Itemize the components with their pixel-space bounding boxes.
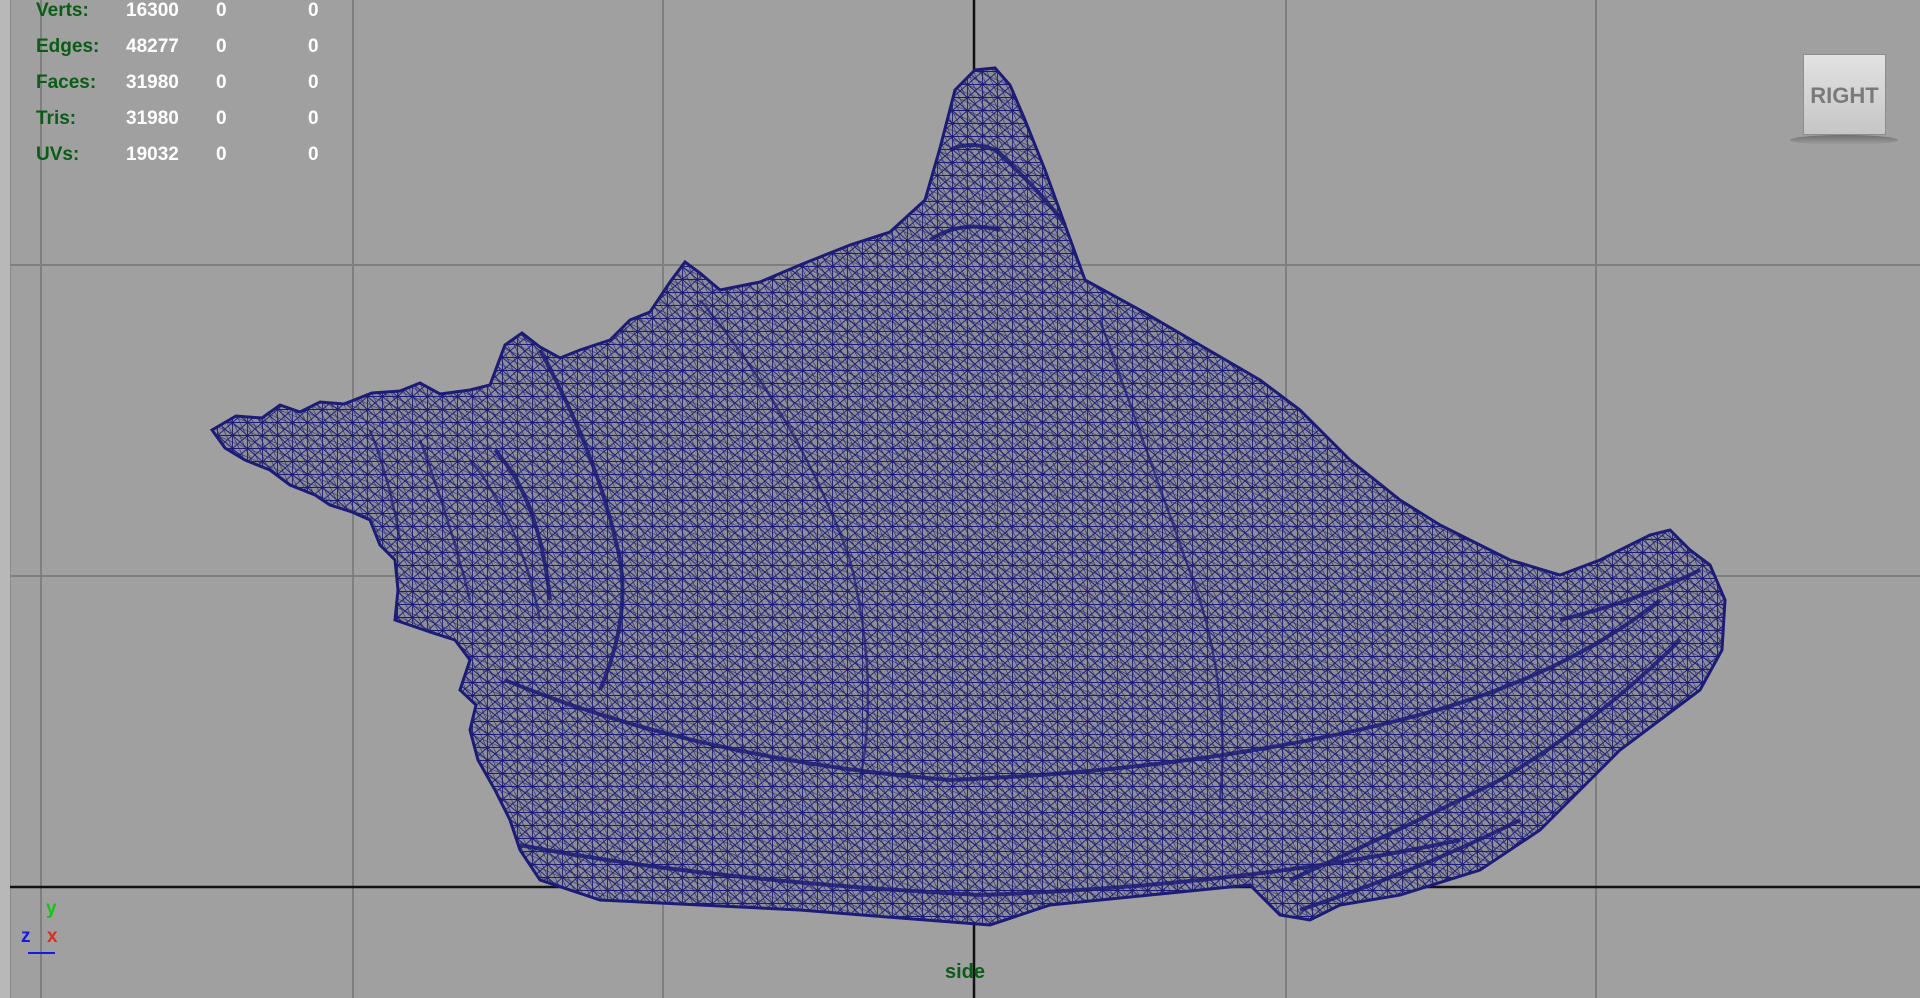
hud-label: Edges: (36, 36, 100, 57)
view-cube-shadow (1790, 135, 1898, 145)
hud-label: UVs: (36, 144, 80, 165)
axis-y-label: y (46, 898, 57, 919)
hud-value: 0 (308, 0, 319, 21)
viewport-side[interactable]: Verts: 16300 0 0 Edges: 48277 0 0 Faces:… (0, 0, 1920, 998)
hud-value: 0 (216, 36, 227, 57)
hud-value: 0 (308, 36, 319, 57)
hud-value: 16300 (126, 0, 179, 21)
hud-value: 31980 (126, 72, 179, 93)
hud-value: 19032 (126, 144, 179, 165)
hud-value: 0 (308, 108, 319, 129)
hud-label: Tris: (36, 108, 77, 129)
hud-value: 0 (308, 72, 319, 93)
hud-value: 31980 (126, 108, 179, 129)
hud-value: 0 (216, 0, 227, 21)
scene-canvas[interactable] (0, 0, 1920, 998)
hud-label: Verts: (36, 0, 89, 21)
hud-label: Faces: (36, 72, 97, 93)
conch-shell-mesh[interactable] (209, 66, 1727, 927)
camera-name-label: side (944, 961, 986, 983)
axis-z-label: z (21, 926, 31, 947)
hud-value: 48277 (126, 36, 179, 57)
view-cube-icon[interactable]: RIGHT (1803, 54, 1886, 135)
hud-value: 0 (216, 144, 227, 165)
axis-gizmo-icon: y z x (18, 898, 68, 958)
axis-z-line (28, 952, 55, 954)
axis-x-label: x (47, 926, 58, 947)
hud-value: 0 (308, 144, 319, 165)
hud-value: 0 (216, 72, 227, 93)
hud-value: 0 (216, 108, 227, 129)
